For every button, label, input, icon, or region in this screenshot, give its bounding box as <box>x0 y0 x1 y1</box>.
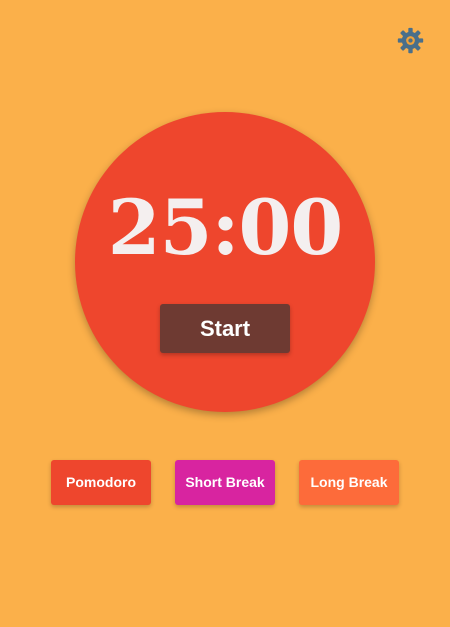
gear-icon <box>397 27 424 54</box>
start-button[interactable]: Start <box>160 304 290 353</box>
settings-button[interactable] <box>396 26 425 55</box>
pomodoro-button[interactable]: Pomodoro <box>51 460 151 505</box>
timer-display: 25:00 <box>107 183 344 272</box>
long-break-button[interactable]: Long Break <box>299 460 399 505</box>
short-break-button[interactable]: Short Break <box>175 460 275 505</box>
timer-circle: 25:00 Start <box>75 112 375 412</box>
